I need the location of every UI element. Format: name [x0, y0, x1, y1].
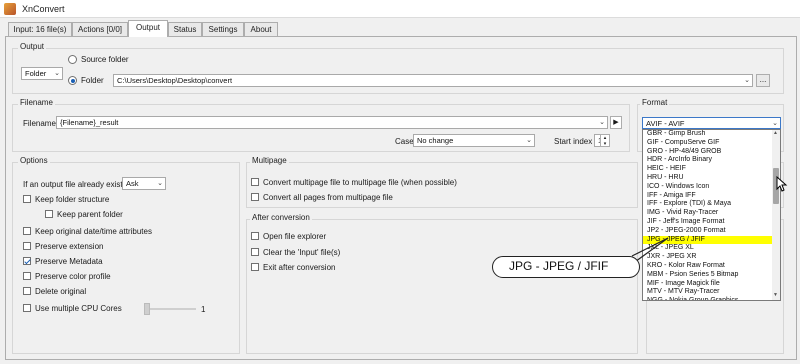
format-dropdown-list[interactable]: GBR - Gimp Brush GIF - CompuServe GIF GRO … [642, 129, 781, 301]
preserve-extension-label: Preserve extension [35, 242, 104, 251]
format-list-scrollbar[interactable]: ▲ ▼ [772, 130, 780, 300]
tab-input[interactable]: Input: 16 file(s) [8, 22, 72, 36]
exit-after-label: Exit after conversion [263, 263, 336, 272]
exists-label: If an output file already exists [23, 180, 127, 189]
delete-original-checkbox[interactable] [23, 287, 31, 295]
options-group-label: Options [18, 156, 50, 165]
folder-label: Folder [81, 76, 104, 85]
source-folder-label: Source folder [81, 55, 129, 64]
exists-select[interactable]: Ask ⌄ [122, 177, 166, 190]
keep-date-label: Keep original date/time attributes [35, 227, 152, 236]
filename-value: {Filename}_result [60, 118, 119, 127]
format-list-item[interactable]: MTV - MTV Ray-Tracer [643, 288, 780, 297]
format-list-item[interactable]: HRU - HRU [643, 174, 780, 183]
insert-variable-button[interactable]: ▶ [610, 116, 622, 129]
window-title: XnConvert [22, 4, 65, 14]
title-bar [0, 0, 800, 18]
output-mode-select[interactable]: Folder ⌄ [21, 67, 63, 80]
play-icon: ▶ [613, 119, 619, 126]
case-label: Case [395, 137, 414, 146]
convert-multipage-checkbox[interactable] [251, 178, 259, 186]
format-list-item[interactable]: JIF - Jeff's Image Format [643, 218, 780, 227]
scroll-down-icon[interactable]: ▼ [773, 292, 778, 298]
open-explorer-label: Open file explorer [263, 232, 327, 241]
after-conversion-group-label: After conversion [250, 213, 312, 222]
keep-parent-label: Keep parent folder [57, 210, 123, 219]
format-select[interactable]: AVIF - AVIF ⌄ [642, 117, 781, 129]
tab-about[interactable]: About [244, 22, 278, 36]
format-list-item[interactable]: ICO - Windows Icon [643, 183, 780, 192]
open-explorer-checkbox[interactable] [251, 232, 259, 240]
tab-settings[interactable]: Settings [202, 22, 244, 36]
format-list-item[interactable]: HDR - ArcInfo Binary [643, 156, 780, 165]
format-list-item[interactable]: GBR - Gimp Brush [643, 130, 780, 139]
exists-value: Ask [126, 179, 139, 188]
chevron-down-icon: ⌄ [772, 120, 778, 127]
case-select[interactable]: No change ⌄ [413, 134, 535, 147]
tab-output[interactable]: Output [128, 20, 168, 37]
tab-status[interactable]: Status [168, 22, 202, 36]
preserve-metadata-checkbox[interactable] [23, 257, 31, 265]
format-list-item[interactable]: HEIC - HEIF [643, 165, 780, 174]
chevron-down-icon: ⌄ [526, 137, 532, 144]
preserve-metadata-label: Preserve Metadata [35, 257, 103, 266]
delete-original-label: Delete original [35, 287, 87, 296]
cpu-slider-track[interactable] [146, 308, 196, 310]
preserve-color-label: Preserve color profile [35, 272, 111, 281]
filename-group-label: Filename [18, 98, 55, 107]
filename-input[interactable]: {Filename}_result ⌄ [56, 116, 608, 129]
multi-cpu-checkbox[interactable] [23, 304, 31, 312]
format-list-item[interactable]: MIF - Image Magick file [643, 280, 780, 289]
callout-label: JPG - JPEG / JFIF [492, 256, 640, 278]
keep-date-checkbox[interactable] [23, 227, 31, 235]
clear-input-checkbox[interactable] [251, 248, 259, 256]
spin-down-icon: ▾ [603, 141, 607, 147]
tab-actions[interactable]: Actions [0/0] [72, 22, 128, 36]
filename-label: Filename [23, 119, 56, 128]
start-index-spinner[interactable]: ▴ ▾ [600, 134, 610, 147]
multi-cpu-label: Use multiple CPU Cores [35, 304, 122, 313]
format-list-item[interactable]: GIF - CompuServe GIF [643, 139, 780, 148]
folder-path-value: C:\Users\Desktop\Desktop\convert [117, 76, 233, 85]
browse-button[interactable]: ... [756, 74, 770, 87]
output-group-label: Output [18, 42, 47, 51]
folder-radio[interactable] [68, 76, 77, 85]
clear-input-label: Clear the 'Input' file(s) [263, 248, 341, 257]
output-mode-value: Folder [25, 69, 47, 78]
format-list-item[interactable]: GRO - HP-48/49 GROB [643, 148, 780, 157]
chevron-down-icon: ⌄ [54, 70, 60, 77]
convert-all-pages-label: Convert all pages from multipage file [263, 193, 393, 202]
multipage-group-label: Multipage [250, 156, 289, 165]
format-group-label: Format [640, 98, 670, 107]
exit-after-checkbox[interactable] [251, 263, 259, 271]
keep-folder-label: Keep folder structure [35, 195, 110, 204]
scroll-up-icon[interactable]: ▲ [773, 130, 778, 136]
format-list-item[interactable]: IFF - Explore (TDI) & Maya [643, 200, 780, 209]
format-list-item[interactable]: IFF - Amiga IFF [643, 192, 780, 201]
start-index-label: Start index [554, 137, 593, 146]
cpu-slider-handle[interactable] [144, 303, 150, 315]
keep-folder-checkbox[interactable] [23, 195, 31, 203]
preserve-extension-checkbox[interactable] [23, 242, 31, 250]
format-list-item[interactable]: NGG - Nokia Group Graphics [643, 297, 780, 300]
chevron-down-icon: ⌄ [157, 180, 163, 187]
format-list-item[interactable]: IMG - Vivid Ray-Tracer [643, 209, 780, 218]
preserve-color-checkbox[interactable] [23, 272, 31, 280]
chevron-down-icon: ⌄ [744, 77, 750, 84]
convert-multipage-label: Convert multipage file to multipage file… [263, 178, 457, 187]
format-selected-value: AVIF - AVIF [646, 119, 685, 128]
app-logo-icon [4, 3, 16, 15]
cpu-value: 1 [201, 305, 206, 314]
mouse-cursor-icon [776, 176, 788, 192]
case-value: No change [417, 136, 454, 145]
convert-all-pages-checkbox[interactable] [251, 193, 259, 201]
chevron-down-icon: ⌄ [599, 119, 605, 126]
folder-path-input[interactable]: C:\Users\Desktop\Desktop\convert ⌄ [113, 74, 753, 87]
source-folder-radio[interactable] [68, 55, 77, 64]
keep-parent-checkbox[interactable] [45, 210, 53, 218]
format-list-item[interactable]: MBM - Psion Series 5 Bitmap [643, 271, 780, 280]
